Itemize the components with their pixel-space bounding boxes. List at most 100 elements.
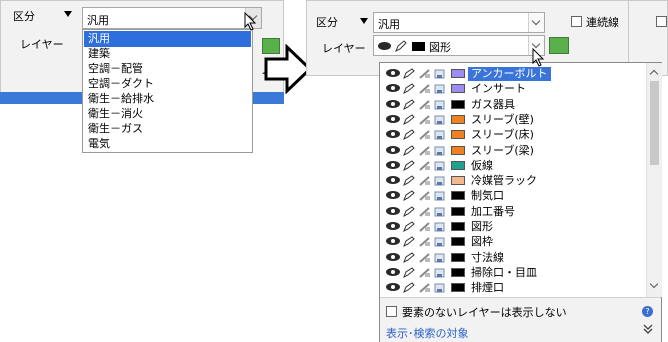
print-icon[interactable]	[434, 146, 446, 156]
lock-icon[interactable]	[419, 84, 431, 95]
visible-eye-icon[interactable]	[386, 191, 400, 200]
editable-pen-icon[interactable]	[403, 68, 416, 80]
print-icon[interactable]	[434, 130, 446, 140]
hide-empty-layers-checkbox[interactable]	[386, 306, 397, 317]
visible-eye-icon[interactable]	[386, 252, 400, 261]
print-icon[interactable]	[434, 115, 446, 125]
lock-icon[interactable]	[419, 130, 431, 140]
editable-pen-icon[interactable]	[403, 221, 416, 233]
layer-row[interactable]: スリーブ(梁)	[382, 143, 644, 159]
layer-row[interactable]: アンカーボルト	[382, 66, 644, 82]
layer-row[interactable]: ガス器具	[382, 97, 644, 113]
print-icon[interactable]	[434, 222, 446, 232]
layer-row[interactable]: 仮線	[382, 158, 644, 174]
visible-eye-icon[interactable]	[386, 176, 400, 185]
category-option[interactable]: 電気	[84, 136, 251, 152]
editable-pen-icon[interactable]	[403, 83, 416, 95]
print-icon[interactable]	[434, 253, 446, 263]
print-icon[interactable]	[434, 268, 446, 278]
editable-pen-icon[interactable]	[403, 236, 416, 248]
layer-row[interactable]: スリーブ(床)	[382, 127, 644, 143]
lock-icon[interactable]	[419, 161, 431, 171]
visible-eye-icon[interactable]	[386, 237, 400, 246]
visible-eye-icon[interactable]	[386, 267, 400, 276]
category-option[interactable]: 空調－配管	[84, 61, 251, 77]
layer-row[interactable]: 図枠	[382, 234, 644, 250]
visible-eye-icon[interactable]	[386, 130, 400, 139]
category-option[interactable]: 建築	[84, 46, 251, 62]
category-option[interactable]: 汎用	[84, 31, 251, 47]
category-option[interactable]: 衛生－ガス	[84, 121, 251, 137]
layer-row[interactable]: 排煙口	[382, 280, 644, 296]
layer-combobox[interactable]: 図形	[373, 35, 545, 56]
layer-row[interactable]: インサート	[382, 81, 644, 97]
lock-icon[interactable]	[419, 69, 431, 79]
editable-pen-icon[interactable]	[403, 267, 416, 278]
lock-icon[interactable]	[419, 206, 431, 217]
category-option[interactable]: 衛生－給排水	[84, 91, 251, 107]
print-icon[interactable]	[434, 69, 446, 79]
visible-eye-icon[interactable]	[386, 84, 400, 93]
print-icon[interactable]	[434, 191, 446, 201]
lock-icon[interactable]	[419, 268, 431, 278]
display-search-target-link[interactable]: 表示･検索の対象	[386, 325, 469, 341]
editable-pen-icon[interactable]	[403, 160, 416, 171]
print-icon[interactable]	[434, 161, 446, 171]
category-combobox-button[interactable]	[528, 13, 544, 32]
visible-eye-icon[interactable]	[386, 99, 400, 108]
layer-row[interactable]: 掃除口・目皿	[382, 265, 644, 281]
category-option[interactable]: 衛生－消火	[84, 106, 251, 122]
scrollbar-thumb[interactable]	[650, 81, 659, 165]
lock-icon[interactable]	[419, 252, 431, 263]
editable-pen-icon[interactable]	[403, 206, 416, 217]
layer-row[interactable]: 冷媒管ラック	[382, 173, 644, 189]
editable-pen-icon[interactable]	[403, 251, 416, 263]
editable-pen-icon[interactable]	[403, 98, 416, 110]
layer-row[interactable]: 加工番号	[382, 204, 644, 220]
visible-eye-icon[interactable]	[386, 69, 400, 77]
editable-pen-icon[interactable]	[403, 114, 416, 125]
print-icon[interactable]	[434, 283, 446, 293]
lock-icon[interactable]	[419, 191, 431, 202]
lock-icon[interactable]	[419, 237, 431, 248]
visible-eye-icon[interactable]	[386, 206, 400, 215]
layer-row[interactable]: 図形	[382, 219, 644, 235]
scroll-up-icon[interactable]	[649, 69, 659, 79]
layer-row[interactable]: 制気口	[382, 188, 644, 204]
scroll-down-icon[interactable]	[649, 279, 659, 289]
continuous-line-checkbox[interactable]	[571, 16, 582, 27]
editable-pen-icon[interactable]	[403, 282, 416, 294]
editable-pen-icon[interactable]	[403, 190, 416, 202]
layer-list-scrollbar[interactable]	[646, 63, 662, 297]
layer-row[interactable]: 寸法線	[382, 250, 644, 266]
extra-checkbox[interactable]	[656, 16, 667, 27]
expand-double-chevron-icon[interactable]	[642, 323, 654, 338]
category-combobox[interactable]: 汎用	[82, 7, 262, 29]
layer-row[interactable]: スリーブ(壁)	[382, 112, 644, 128]
visible-eye-icon[interactable]	[386, 145, 400, 154]
lock-icon[interactable]	[419, 99, 431, 110]
category-filter-toggle[interactable]	[360, 18, 368, 24]
lock-icon[interactable]	[419, 115, 431, 125]
editable-pen-icon[interactable]	[403, 175, 416, 187]
print-icon[interactable]	[434, 207, 446, 217]
category-combobox[interactable]: 汎用	[373, 12, 545, 33]
print-icon[interactable]	[434, 237, 446, 247]
lock-icon[interactable]	[419, 222, 431, 232]
print-icon[interactable]	[434, 84, 446, 94]
category-option[interactable]: 空調－ダクト	[84, 76, 251, 92]
editable-pen-icon[interactable]	[403, 144, 416, 156]
visible-eye-icon[interactable]	[386, 114, 400, 123]
lock-icon[interactable]	[419, 145, 431, 156]
category-filter-toggle[interactable]	[64, 11, 72, 17]
layer-color-button[interactable]	[549, 37, 569, 54]
print-icon[interactable]	[434, 176, 446, 186]
visible-eye-icon[interactable]	[386, 283, 400, 292]
print-icon[interactable]	[434, 100, 446, 110]
visible-eye-icon[interactable]	[386, 222, 400, 230]
help-icon[interactable]: ?	[642, 306, 653, 317]
editable-pen-icon[interactable]	[403, 129, 416, 141]
visible-eye-icon[interactable]	[386, 160, 400, 169]
lock-icon[interactable]	[419, 283, 431, 293]
lock-icon[interactable]	[419, 176, 431, 186]
